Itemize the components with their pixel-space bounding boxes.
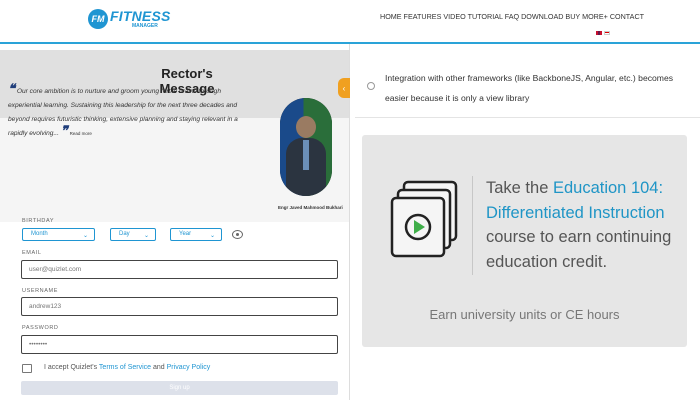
site-header: FM FITNESS MANAGER HOME FEATURES VIDEO T…: [0, 0, 700, 44]
chevron-down-icon: ⌄: [82, 233, 88, 239]
privacy-link[interactable]: Privacy Policy: [167, 364, 211, 371]
password-field[interactable]: [21, 335, 338, 354]
terms-checkbox[interactable]: [22, 364, 32, 373]
username-field[interactable]: [21, 297, 338, 316]
logo-text: FITNESS MANAGER: [110, 9, 171, 29]
rector-quote: ❝ Our core ambition is to nurture and gr…: [8, 82, 248, 141]
logo-sub-text: MANAGER: [132, 23, 158, 29]
month-select[interactable]: Month ⌄: [22, 228, 95, 241]
rector-name-caption: Engr Javed Mahmood Bukhari: [278, 205, 343, 210]
uk-flag-icon[interactable]: [596, 31, 602, 35]
credit-text: Earn university units or CE hours: [429, 307, 620, 322]
username-label: USERNAME: [22, 288, 58, 294]
terms-link[interactable]: Terms of Service: [99, 364, 151, 371]
rector-portrait: [280, 98, 332, 196]
fitness-manager-logo[interactable]: FM FITNESS MANAGER: [88, 6, 171, 32]
rector-quote-text: Our core ambition is to nurture and groo…: [8, 88, 238, 137]
header-divider: [0, 42, 700, 44]
email-field[interactable]: [21, 260, 338, 279]
fr-flag-icon[interactable]: [604, 31, 610, 35]
year-select[interactable]: Year ⌄: [170, 228, 222, 241]
course-promo-text: Take the Education 104: Differentiated I…: [486, 179, 672, 271]
close-quote-icon: ❞: [60, 123, 68, 138]
day-select[interactable]: Day ⌄: [110, 228, 156, 241]
read-more-link[interactable]: Read more: [70, 131, 92, 136]
password-label: PASSWORD: [22, 325, 59, 331]
prev-arrow-button[interactable]: ‹: [338, 78, 350, 98]
video-course-icon: [390, 180, 458, 258]
terms-text: I accept Quizlet's Terms of Service and …: [44, 364, 211, 371]
open-quote-icon: ❝: [8, 81, 15, 96]
signup-button[interactable]: Sign up: [21, 381, 338, 395]
birthday-label: BIRTHDAY: [22, 218, 55, 224]
email-label: EMAIL: [22, 250, 42, 256]
language-flags[interactable]: [596, 31, 610, 35]
main-nav[interactable]: HOME FEATURES VIDEO TUTORIAL FAQ DOWNLOA…: [380, 12, 644, 21]
eye-icon[interactable]: [232, 230, 243, 239]
nav-links[interactable]: HOME FEATURES VIDEO TUTORIAL FAQ DOWNLOA…: [380, 12, 644, 21]
integration-option-text: Integration with other frameworks (like …: [385, 73, 674, 103]
card-divider: [472, 176, 473, 275]
right-divider: [355, 117, 700, 118]
option-radio[interactable]: [367, 82, 375, 90]
logo-main-text: FITNESS: [110, 8, 171, 24]
chevron-down-icon: ⌄: [143, 233, 149, 239]
chevron-down-icon: ⌄: [209, 233, 215, 239]
logo-badge: FM: [88, 9, 108, 29]
